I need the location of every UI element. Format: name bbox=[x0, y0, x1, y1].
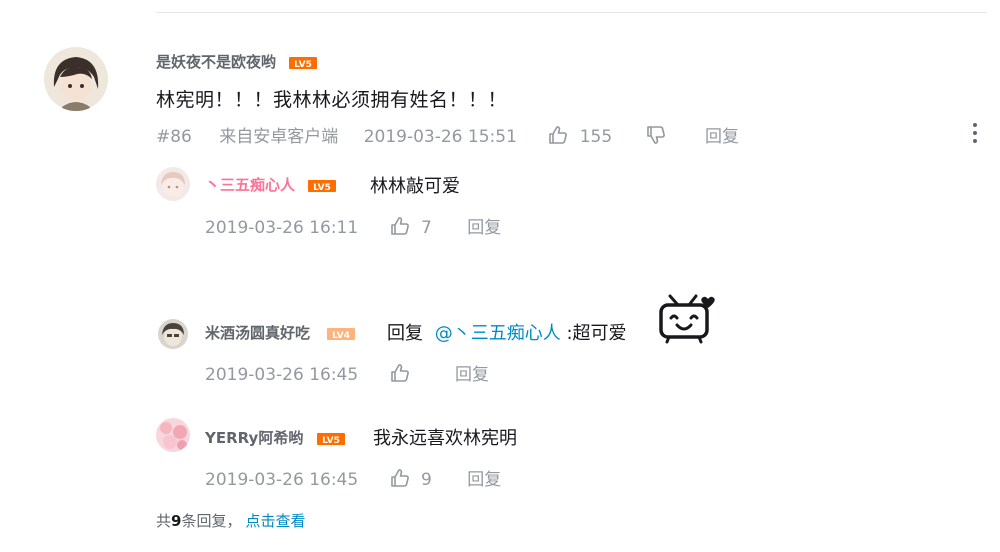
like-count: 155 bbox=[579, 127, 613, 147]
reply-time: 2019-03-26 16:45 bbox=[205, 365, 359, 385]
comment-username[interactable]: 是妖夜不是欧夜哟 LV5 bbox=[156, 51, 318, 72]
mention-link[interactable]: @丶三五痴心人 bbox=[435, 323, 561, 344]
reply-prefix: 回复 bbox=[387, 323, 423, 344]
svg-text:LV5: LV5 bbox=[322, 436, 340, 446]
avatar[interactable] bbox=[156, 167, 190, 201]
thumbs-up-icon bbox=[390, 217, 409, 235]
like-button[interactable]: 155 bbox=[548, 125, 612, 147]
reply-button[interactable]: 回复 bbox=[455, 360, 489, 385]
comment-meta: #86 来自安卓客户端 2019-03-26 15:51 155 回复 bbox=[156, 122, 739, 147]
svg-text:LV5: LV5 bbox=[313, 183, 331, 193]
thumbs-up-icon bbox=[390, 469, 409, 487]
svg-text:LV4: LV4 bbox=[332, 331, 350, 341]
source-label: 来自安卓客户端 bbox=[219, 127, 339, 147]
level-badge-lv5: LV5 bbox=[308, 179, 337, 193]
reply-text: :超可爱 bbox=[566, 323, 627, 344]
username-text[interactable]: 丶三五痴心人 bbox=[205, 176, 295, 194]
level-badge-lv5: LV5 bbox=[289, 56, 318, 70]
reply-button[interactable]: 回复 bbox=[467, 465, 501, 490]
level-badge-lv4: LV4 bbox=[327, 327, 356, 341]
username-text[interactable]: 是妖夜不是欧夜哟 bbox=[156, 53, 276, 71]
like-button[interactable]: 9 bbox=[390, 468, 432, 490]
floor-number: #86 bbox=[156, 127, 192, 147]
footer-prefix: 共 bbox=[156, 512, 172, 530]
reply-username[interactable]: 丶三五痴心人 LV5 bbox=[205, 174, 337, 195]
thumbs-up-icon bbox=[390, 364, 409, 382]
reply-content: 林林敲可爱 bbox=[370, 176, 460, 197]
reply-button[interactable]: 回复 bbox=[467, 213, 501, 238]
thumbs-up-icon bbox=[549, 126, 568, 144]
like-count: 7 bbox=[421, 218, 432, 238]
more-options-icon[interactable] bbox=[972, 123, 978, 145]
reply-meta: 2019-03-26 16:45 回复 bbox=[205, 360, 489, 385]
top-divider bbox=[156, 12, 986, 13]
reply-button[interactable]: 回复 bbox=[705, 122, 739, 147]
reply-time: 2019-03-26 16:11 bbox=[205, 218, 359, 238]
comment-content: 林宪明！！！我林林必须拥有姓名！！！ bbox=[156, 89, 508, 111]
level-badge-lv5: LV5 bbox=[316, 432, 345, 446]
username-text[interactable]: 米酒汤圆真好吃 bbox=[205, 324, 310, 342]
comment-time: 2019-03-26 15:51 bbox=[363, 127, 517, 147]
like-count: 9 bbox=[421, 470, 432, 490]
avatar[interactable] bbox=[44, 47, 108, 111]
reply-meta: 2019-03-26 16:45 9 回复 bbox=[205, 465, 501, 490]
reply-content: 我永远喜欢林宪明 bbox=[373, 428, 517, 449]
avatar[interactable] bbox=[156, 418, 190, 452]
footer-suffix: 条回复， bbox=[181, 512, 242, 530]
like-button[interactable] bbox=[390, 363, 410, 385]
reply-count: 9 bbox=[171, 512, 182, 530]
view-more-link[interactable]: 点击查看 bbox=[245, 512, 305, 530]
reply-username[interactable]: 米酒汤圆真好吃 LV4 bbox=[205, 322, 356, 343]
reply-meta: 2019-03-26 16:11 7 回复 bbox=[205, 213, 501, 238]
dislike-button[interactable] bbox=[646, 125, 666, 147]
tv-heart-icon bbox=[656, 292, 720, 344]
avatar[interactable] bbox=[158, 319, 188, 349]
like-button[interactable]: 7 bbox=[390, 216, 432, 238]
username-text[interactable]: YERRy阿希哟 bbox=[205, 429, 303, 447]
replies-footer: 共9条回复， 点击查看 bbox=[156, 510, 305, 531]
reply-time: 2019-03-26 16:45 bbox=[205, 470, 359, 490]
svg-text:LV5: LV5 bbox=[294, 60, 312, 70]
reply-username[interactable]: YERRy阿希哟 LV5 bbox=[205, 427, 345, 448]
reply-content: 回复 @丶三五痴心人 :超可爱 bbox=[387, 319, 627, 345]
thumbs-down-icon bbox=[646, 126, 665, 144]
